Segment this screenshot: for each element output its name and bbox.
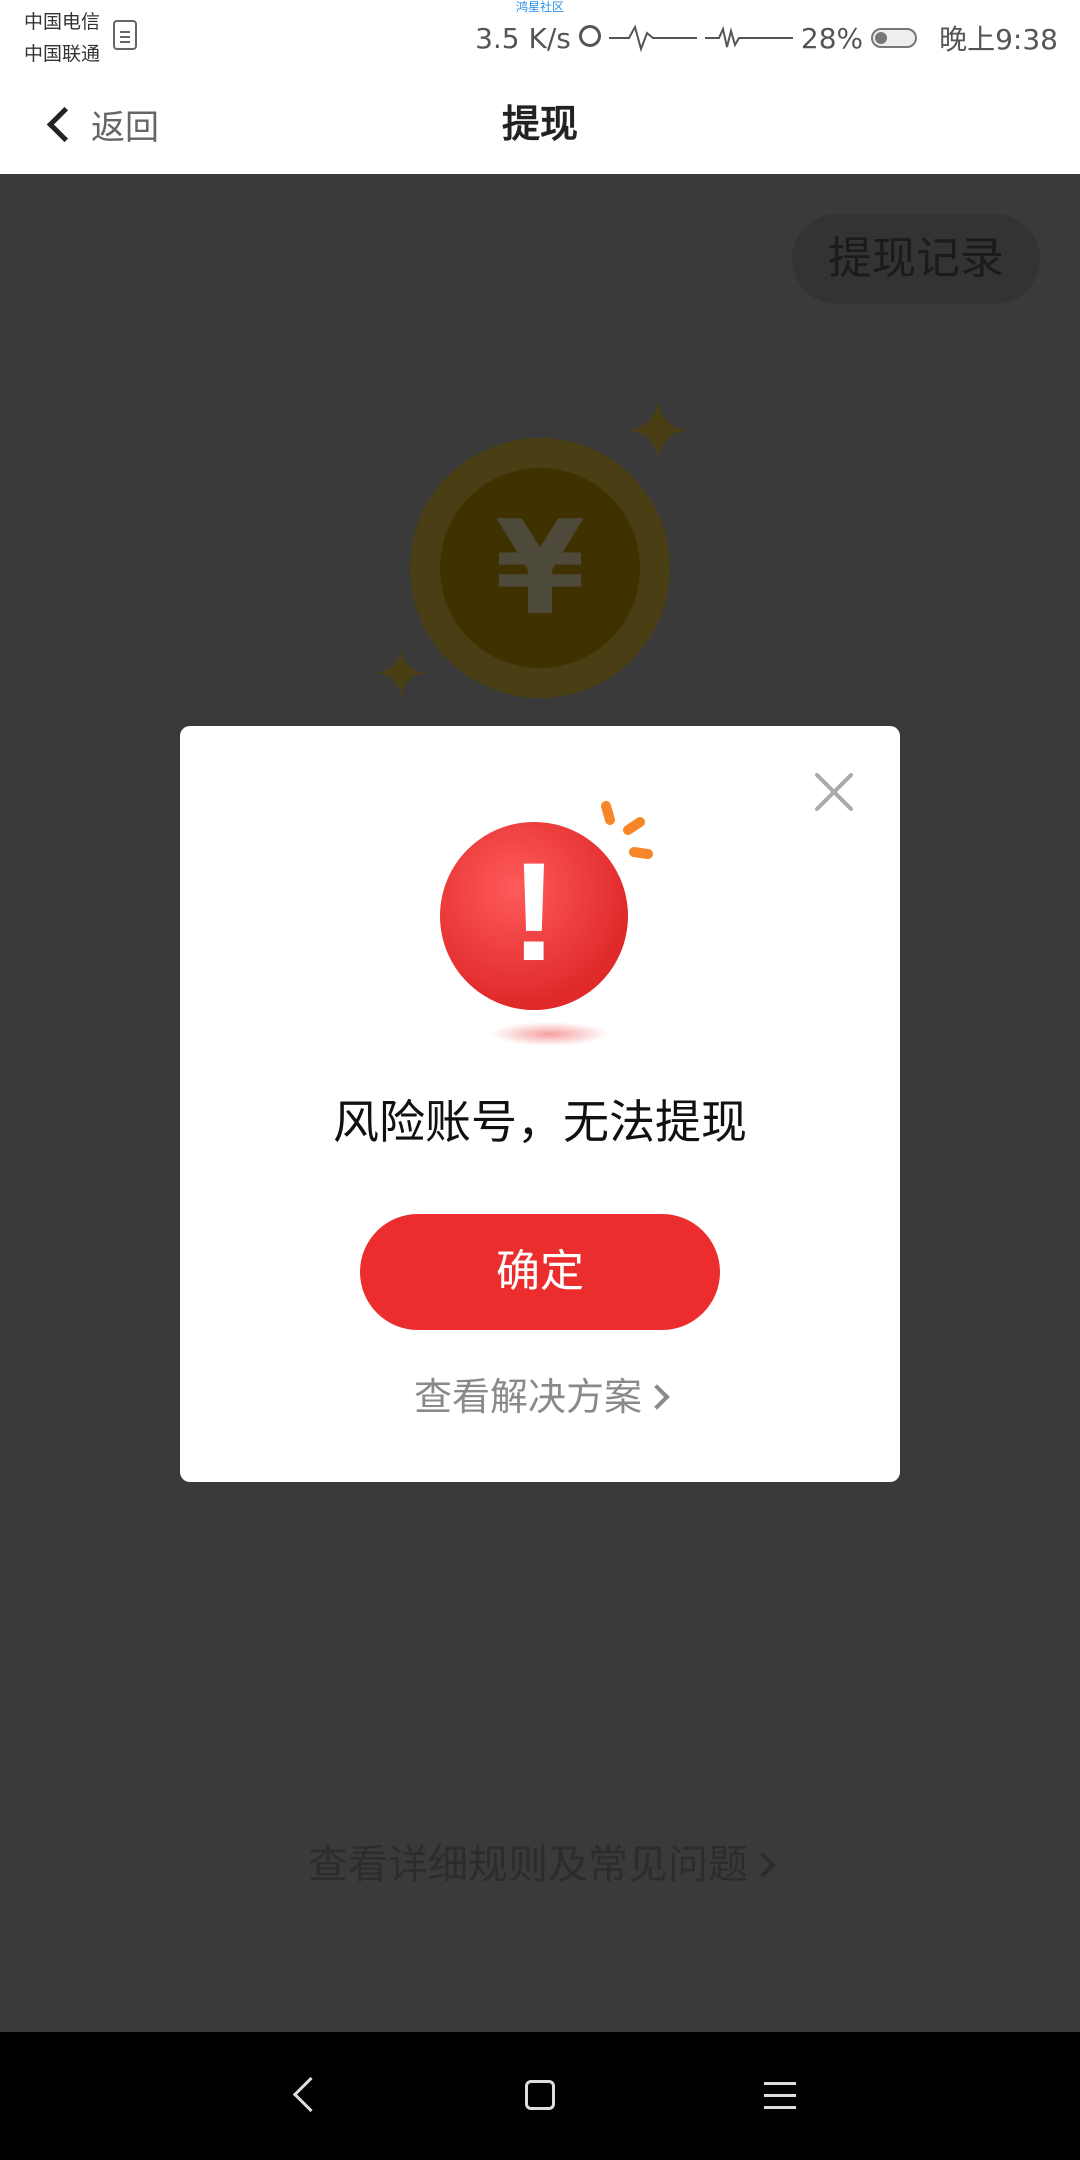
nav-header: 返回 提现 <box>0 72 1080 174</box>
page-title: 提现 <box>501 102 578 146</box>
rules-faq-link[interactable]: 查看详细规则及常见问题 <box>0 1832 1080 1890</box>
signal-wave-icon-2 <box>704 25 793 48</box>
status-indicators: 3.5 K/s 28% 晚上9:38 <box>475 18 1058 58</box>
alert-icon: ! <box>440 806 640 1010</box>
view-solution-link[interactable]: 查看解决方案 <box>180 1366 900 1421</box>
withdraw-records-button[interactable]: 提现记录 <box>792 214 1040 304</box>
coin-symbol: ¥ <box>494 492 586 644</box>
signal-wave-icon <box>608 24 697 53</box>
risk-account-dialog: ! 风险账号，无法提现 确定 查看解决方案 <box>180 726 900 1482</box>
chevron-right-icon <box>750 1852 776 1878</box>
coin-icon: ¥ <box>410 438 670 698</box>
status-time: 晚上9:38 <box>939 23 1058 56</box>
nav-menu-icon[interactable] <box>764 2082 796 2085</box>
view-solution-label: 查看解决方案 <box>413 1375 642 1419</box>
carrier-labels: 中国电信 中国联通 <box>24 6 100 70</box>
confirm-button[interactable]: 确定 <box>360 1214 720 1330</box>
watermark-text: 鸿星社区 <box>515 0 564 14</box>
status-bar: 中国电信 中国联通 鸿星社区 3.5 K/s 28% 晚上9:38 <box>0 0 1080 72</box>
dialog-message: 风险账号，无法提现 <box>333 1095 747 1149</box>
system-nav-bar <box>0 2032 1080 2160</box>
nav-home-icon[interactable] <box>525 2080 555 2110</box>
battery-icon <box>871 28 918 48</box>
close-icon[interactable] <box>812 770 856 814</box>
alarm-icon <box>578 25 601 47</box>
chevron-right-icon <box>644 1384 670 1410</box>
sim-card-icon <box>113 20 137 50</box>
nav-back-icon[interactable] <box>292 2076 329 2113</box>
network-speed: 3.5 K/s <box>475 21 571 55</box>
battery-percent: 28% <box>800 21 864 55</box>
rules-faq-label: 查看详细规则及常见问题 <box>308 1842 748 1888</box>
alert-shadow <box>490 1022 610 1046</box>
carrier-2: 中国联通 <box>24 43 101 65</box>
